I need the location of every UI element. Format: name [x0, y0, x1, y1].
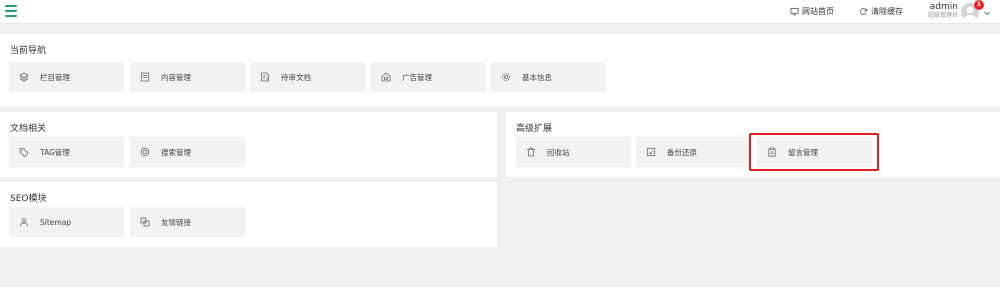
user-role: 超级管理员 — [927, 12, 958, 19]
clear-cache-label: 清除缓存 — [871, 7, 903, 16]
tile-label: 栏目管理 — [40, 72, 70, 82]
monitor-icon — [790, 7, 799, 16]
search-target-icon — [140, 147, 150, 157]
tile-message-manage[interactable]: 留言管理 — [757, 137, 872, 167]
document-list-icon — [140, 72, 150, 82]
tile-sitemap[interactable]: Sitemap — [9, 207, 124, 237]
tile-label: 搜索管理 — [161, 147, 191, 157]
edit-document-icon — [260, 72, 270, 82]
tile-label: 广告管理 — [402, 72, 432, 82]
tile-search-manage[interactable]: 搜索管理 — [130, 137, 245, 167]
tile-label: 留言管理 — [788, 147, 818, 157]
current-nav-title: 当前导航 — [10, 46, 47, 56]
gear-icon — [501, 72, 511, 82]
layers-icon — [19, 72, 29, 82]
tile-recycle-bin[interactable]: 回收站 — [516, 137, 631, 167]
tile-column-manage[interactable]: 栏目管理 — [9, 62, 124, 92]
backup-icon — [646, 147, 656, 157]
link-icon — [140, 217, 150, 227]
user-name: admin — [929, 2, 958, 12]
tile-tag-manage[interactable]: TAG管理 — [9, 137, 124, 167]
site-home-link[interactable]: 网站首页 — [790, 6, 834, 17]
tile-pending-docs[interactable]: 待审文档 — [250, 62, 365, 92]
advanced-panel: 高级扩展 回收站 备份还原 留言管理 — [506, 112, 1000, 177]
tile-label: 友情链接 — [161, 217, 191, 227]
top-bar: 网站首页 清除缓存 admin 超级管理员 1 — [0, 0, 1000, 24]
tile-ad-manage[interactable]: 广告管理 — [371, 62, 486, 92]
tile-label: 基本信息 — [522, 72, 552, 82]
tile-label: 内容管理 — [161, 72, 191, 82]
advanced-title: 高级扩展 — [516, 124, 553, 134]
tile-label: 备份还原 — [667, 147, 697, 157]
seo-panel: SEO模块 Sitemap 友情链接 — [0, 182, 497, 247]
tile-friend-links[interactable]: 友情链接 — [130, 207, 245, 237]
doc-related-title: 文档相关 — [10, 124, 47, 134]
chevron-down-icon[interactable] — [983, 9, 991, 17]
tag-icon — [19, 147, 29, 157]
tile-label: TAG管理 — [40, 147, 70, 157]
user-info[interactable]: admin 超级管理员 — [918, 0, 958, 20]
current-nav-panel: 当前导航 栏目管理 内容管理 待审文档 广告管理 基本信息 — [0, 34, 1000, 106]
tile-label: 回收站 — [547, 147, 570, 157]
seo-title: SEO模块 — [10, 194, 47, 204]
menu-toggle-icon[interactable] — [5, 5, 17, 17]
tile-backup-restore[interactable]: 备份还原 — [636, 137, 751, 167]
clipboard-icon — [767, 147, 777, 157]
doc-related-panel: 文档相关 TAG管理 搜索管理 — [0, 112, 497, 177]
tile-label: Sitemap — [40, 217, 72, 227]
clear-cache-link[interactable]: 清除缓存 — [859, 6, 903, 17]
tile-content-manage[interactable]: 内容管理 — [130, 62, 245, 92]
trash-icon — [526, 147, 536, 157]
site-home-label: 网站首页 — [802, 7, 834, 16]
tile-basic-info[interactable]: 基本信息 — [491, 62, 606, 92]
sitemap-icon — [19, 217, 29, 227]
tile-label: 待审文档 — [281, 72, 311, 82]
refresh-icon — [860, 8, 868, 15]
home-ad-icon — [381, 72, 391, 82]
